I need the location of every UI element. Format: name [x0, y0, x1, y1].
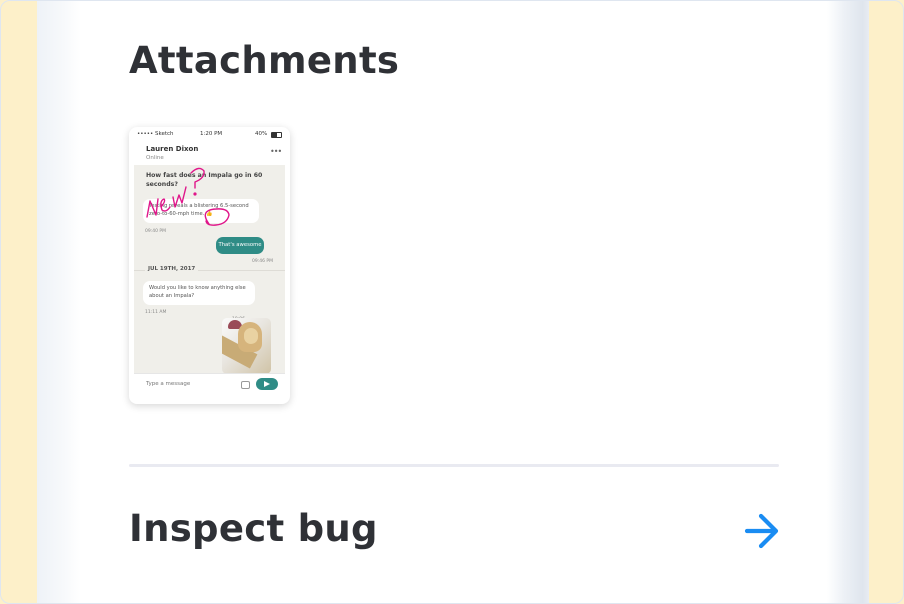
question-message: How fast does an Impala go in 60 seconds…: [146, 172, 263, 188]
window-frame: Attachments ••••• Sketch 1:20 PM 40% Lau…: [0, 0, 904, 604]
more-options-icon: •••: [270, 147, 282, 156]
message-composer: Type a message: [134, 373, 285, 396]
chat-area: How fast does an Impala go in 60 seconds…: [134, 165, 285, 374]
followup-time: 11:11 AM: [145, 310, 167, 315]
battery-icon: [271, 132, 282, 138]
dog-photo: [222, 318, 271, 374]
reply-bubble: Testing reveals a blistering 6.5-second …: [143, 199, 259, 223]
composer-placeholder: Type a message: [146, 381, 191, 387]
status-battery: 40%: [255, 131, 268, 137]
sent-time: 09:46 PM: [252, 259, 273, 264]
chat-header: Lauren Dixon Online •••: [129, 141, 290, 165]
section-divider: [129, 464, 779, 467]
bug-detail-panel: Attachments ••••• Sketch 1:20 PM 40% Lau…: [81, 1, 827, 603]
date-divider: JUL 19TH, 2017: [145, 266, 199, 272]
right-shadow-stripe: [827, 1, 869, 603]
attachments-title: Attachments: [129, 39, 400, 82]
status-time: 1:20 PM: [200, 131, 223, 137]
inspect-bug-row[interactable]: Inspect bug: [129, 497, 779, 567]
sticker-icon: [241, 381, 250, 389]
status-carrier: ••••• Sketch: [137, 131, 174, 137]
inspect-bug-label: Inspect bug: [129, 507, 378, 550]
send-icon: [256, 378, 278, 390]
phone-status-bar: ••••• Sketch 1:20 PM 40%: [129, 127, 290, 141]
contact-name: Lauren Dixon: [146, 145, 199, 153]
attachment-thumbnail[interactable]: ••••• Sketch 1:20 PM 40% Lauren Dixon On…: [129, 127, 290, 404]
followup-bubble: Would you like to know anything else abo…: [143, 281, 255, 305]
contact-status: Online: [146, 155, 164, 161]
sent-bubble: That's awesome: [216, 237, 264, 254]
left-shadow-stripe: [37, 1, 81, 603]
arrow-right-icon[interactable]: [743, 511, 781, 551]
reply-time: 09:40 PM: [145, 229, 166, 234]
